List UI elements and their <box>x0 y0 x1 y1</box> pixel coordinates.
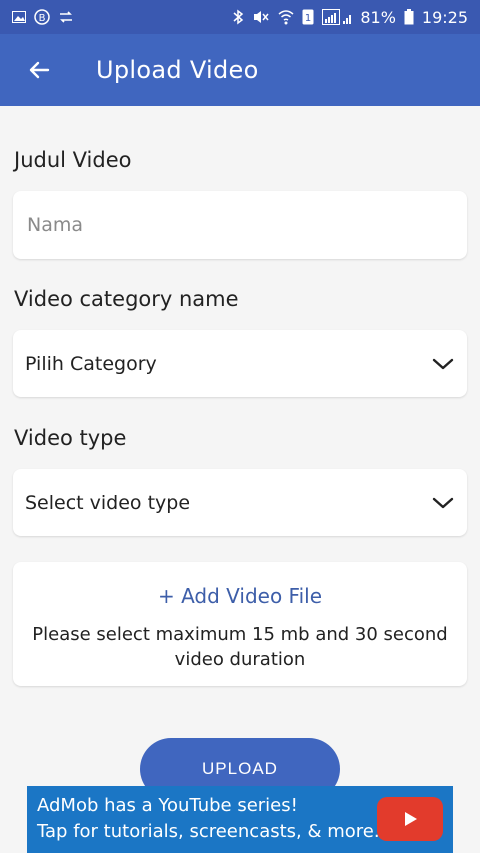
b-circle-icon: B <box>34 9 50 25</box>
clock: 19:25 <box>421 7 468 27</box>
page-title: Upload Video <box>96 56 259 84</box>
svg-text:1: 1 <box>305 13 311 24</box>
video-title-input[interactable] <box>13 191 467 259</box>
chevron-down-icon <box>432 497 454 508</box>
add-video-file-card: + Add Video File Please select maximum 1… <box>13 562 467 686</box>
bluetooth-icon <box>233 9 244 25</box>
add-video-file-button[interactable]: + Add Video File <box>13 584 467 608</box>
file-requirements-hint: Please select maximum 15 mb and 30 secon… <box>32 624 448 670</box>
mute-icon <box>254 11 269 23</box>
sim-icon: 1 <box>302 9 314 25</box>
video-type-label: Video type <box>14 426 127 450</box>
category-label: Video category name <box>14 287 239 311</box>
video-title-card <box>13 191 467 259</box>
battery-percent: 81% <box>360 7 396 27</box>
svg-text:B: B <box>39 13 46 24</box>
wifi-icon <box>278 10 294 25</box>
back-button[interactable] <box>12 43 66 97</box>
app-bar: Upload Video <box>0 34 480 106</box>
image-notification-icon <box>12 11 26 23</box>
ad-banner[interactable]: AdMob has a YouTube series! Tap for tuto… <box>27 786 453 853</box>
youtube-play-icon <box>377 797 443 841</box>
battery-icon <box>404 9 414 25</box>
category-selected-value: Pilih Category <box>25 352 157 375</box>
video-type-selected-value: Select video type <box>25 491 191 514</box>
status-bar-notifications: B <box>12 9 74 25</box>
sync-icon <box>60 11 72 23</box>
category-select[interactable]: Pilih Category <box>13 330 467 397</box>
video-type-select[interactable]: Select video type <box>13 469 467 536</box>
chevron-down-icon <box>432 358 454 369</box>
status-bar: B 1 81% 19:25 <box>0 0 480 34</box>
signal-icon <box>322 9 352 25</box>
arrow-left-icon <box>29 61 50 79</box>
video-title-label: Judul Video <box>14 148 132 172</box>
status-bar-system: 1 81% 19:25 <box>232 8 468 27</box>
